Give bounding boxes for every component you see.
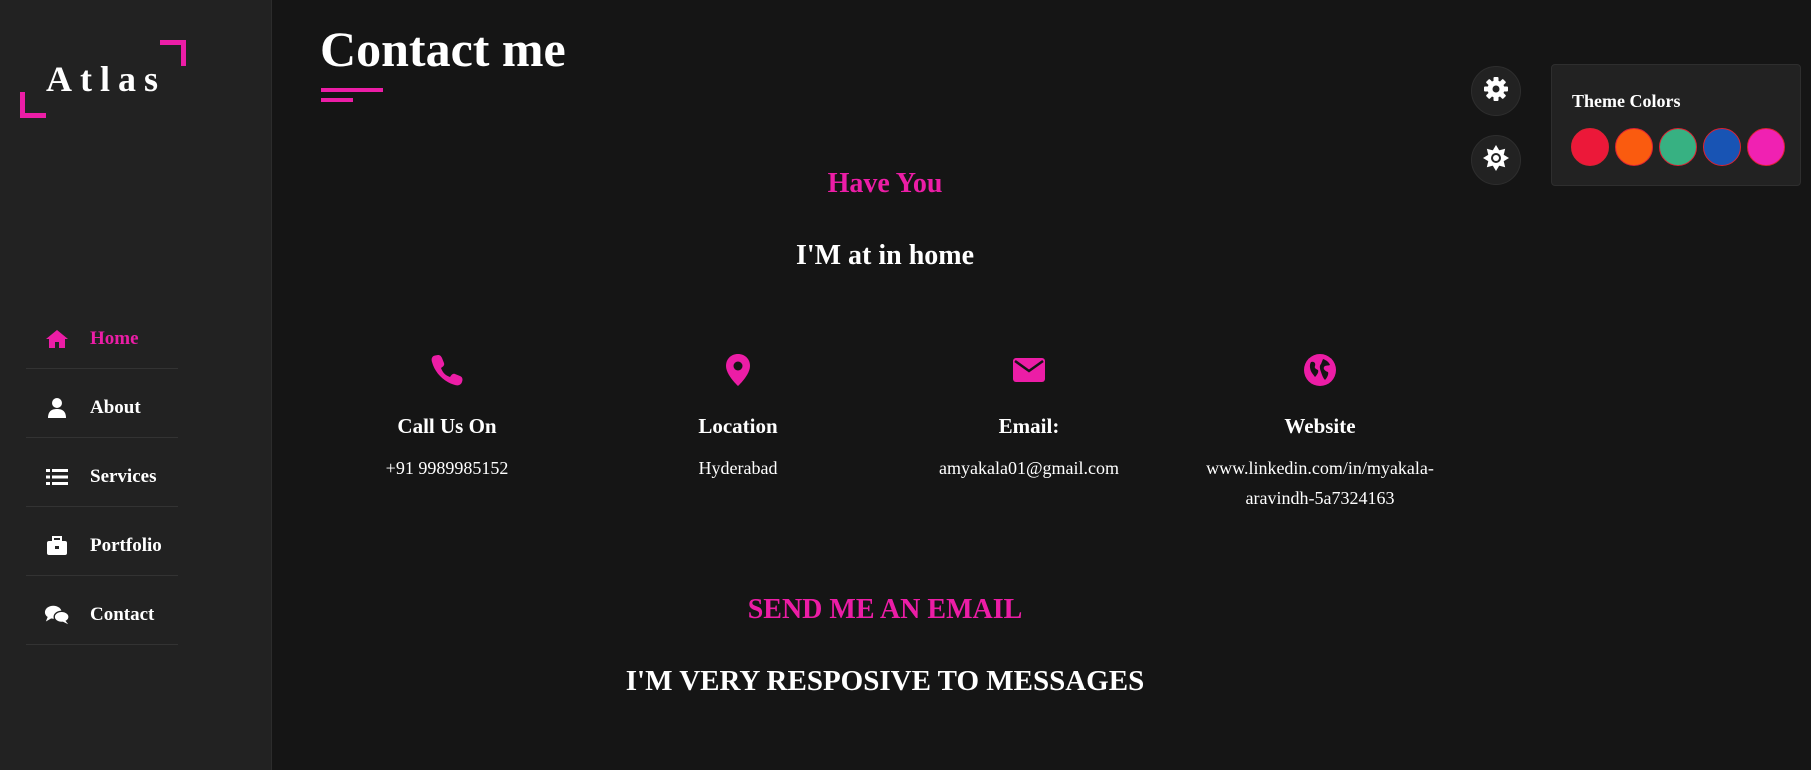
color-swatch-pink[interactable]: [1747, 128, 1785, 166]
briefcase-icon: [44, 535, 70, 557]
logo-corner-bottom-left: [20, 92, 46, 118]
location-icon: [603, 350, 873, 390]
theme-colors-panel: Theme Colors: [1551, 64, 1801, 186]
sidebar-item-label: Services: [90, 466, 157, 487]
sidebar-item-label: Contact: [90, 604, 155, 625]
theme-toggle-button[interactable]: [1471, 135, 1521, 185]
color-swatch-green[interactable]: [1659, 128, 1697, 166]
sidebar-nav: Home About Services Portfolio Contact: [26, 300, 178, 645]
info-call: Call Us On +91 9989985152: [312, 350, 582, 483]
info-location: Location Hyderabad: [603, 350, 873, 483]
sidebar-item-about[interactable]: About: [26, 369, 178, 438]
sidebar-item-services[interactable]: Services: [26, 438, 178, 507]
sidebar-item-label: Portfolio: [90, 535, 162, 556]
settings-button[interactable]: [1471, 66, 1521, 116]
info-value: +91 9989985152: [385, 458, 509, 478]
title-underline-short: [321, 98, 353, 102]
email-subheading: I'M VERY RESPOSIVE TO MESSAGES: [625, 665, 1145, 697]
color-swatch-orange[interactable]: [1615, 128, 1653, 166]
info-value[interactable]: amyakala01@gmail.com: [894, 453, 1164, 483]
info-title: Location: [698, 414, 778, 438]
user-icon: [44, 397, 70, 419]
intro-subheading: I'M at in home: [795, 240, 975, 271]
title-underline: [321, 88, 383, 92]
color-swatches: [1571, 128, 1785, 166]
logo[interactable]: Atlas: [20, 40, 186, 118]
envelope-icon: [894, 350, 1164, 390]
color-swatch-blue[interactable]: [1703, 128, 1741, 166]
info-title: Call Us On: [397, 414, 497, 438]
page-title: Contact me: [320, 21, 566, 77]
email-heading: SEND ME AN EMAIL: [747, 594, 1023, 625]
sidebar: Atlas Home About Services Portfolio Cont…: [0, 0, 272, 770]
color-swatch-red[interactable]: [1571, 128, 1609, 166]
globe-icon: [1185, 350, 1455, 390]
sidebar-item-contact[interactable]: Contact: [26, 576, 178, 645]
info-value[interactable]: www.linkedin.com/in/myakala-aravindh-5a7…: [1185, 453, 1455, 513]
info-title: Email:: [998, 414, 1060, 438]
info-title: Website: [1284, 414, 1356, 438]
info-email: Email: amyakala01@gmail.com: [894, 350, 1164, 483]
sun-icon: [1482, 144, 1510, 177]
list-icon: [44, 466, 70, 488]
sidebar-item-label: About: [90, 397, 141, 418]
phone-icon: [312, 350, 582, 390]
home-icon: [44, 328, 70, 350]
comments-icon: [44, 604, 70, 626]
info-value: Hyderabad: [698, 458, 778, 478]
logo-text: Atlas: [46, 59, 166, 99]
intro-heading: Have You: [827, 168, 943, 199]
theme-colors-title: Theme Colors: [1572, 91, 1681, 111]
info-website: Website www.linkedin.com/in/myakala-arav…: [1185, 350, 1455, 513]
gear-icon: [1483, 76, 1509, 107]
sidebar-item-label: Home: [90, 328, 139, 349]
sidebar-item-home[interactable]: Home: [26, 300, 178, 369]
sidebar-item-portfolio[interactable]: Portfolio: [26, 507, 178, 576]
